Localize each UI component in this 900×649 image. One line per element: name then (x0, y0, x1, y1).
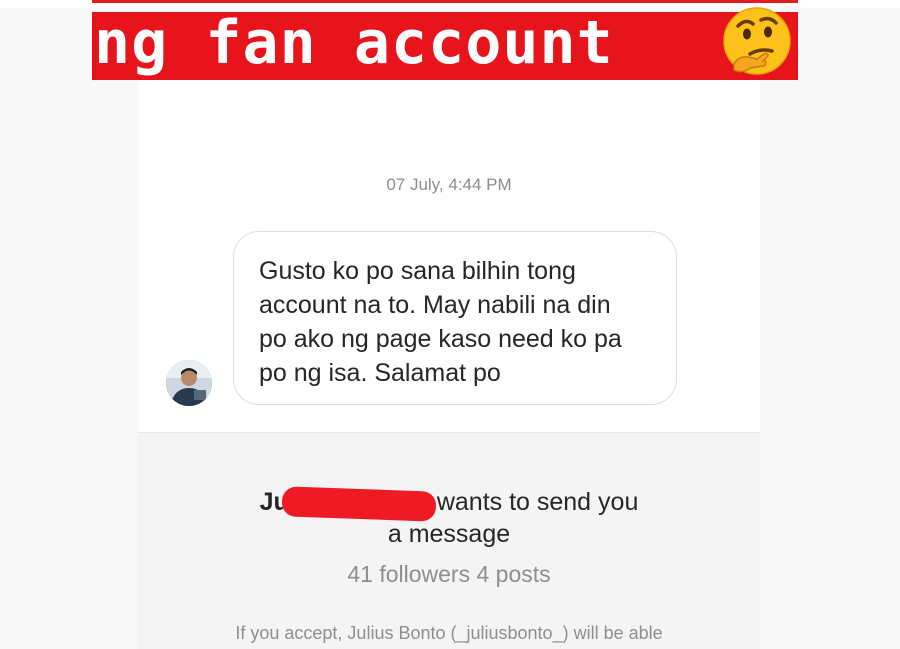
message-bubble[interactable]: Gusto ko po sana bilhin tong account na … (233, 231, 677, 405)
accept-disclaimer: If you accept, Julius Bonto (_juliusbont… (235, 623, 663, 643)
banner-top-stripe (92, 0, 798, 3)
message-request-title: Ju wants to send you a message (138, 486, 760, 550)
message-text: Gusto ko po sana bilhin tong account na … (259, 257, 622, 387)
sender-avatar[interactable] (166, 360, 212, 406)
request-title-line2: a message (387, 520, 511, 548)
banner-text: ng fan account (94, 8, 614, 78)
name-redaction-mark (281, 486, 437, 522)
request-title-line1: Ju wants to send you (138, 486, 760, 518)
thinking-face-icon (720, 4, 794, 83)
caption-banner: ng fan account (92, 7, 798, 80)
request-title-suffix: wants to send you (436, 488, 639, 516)
message-timestamp: 07 July, 4:44 PM (386, 175, 512, 194)
sender-stats: 41 followers 4 posts (347, 561, 551, 587)
